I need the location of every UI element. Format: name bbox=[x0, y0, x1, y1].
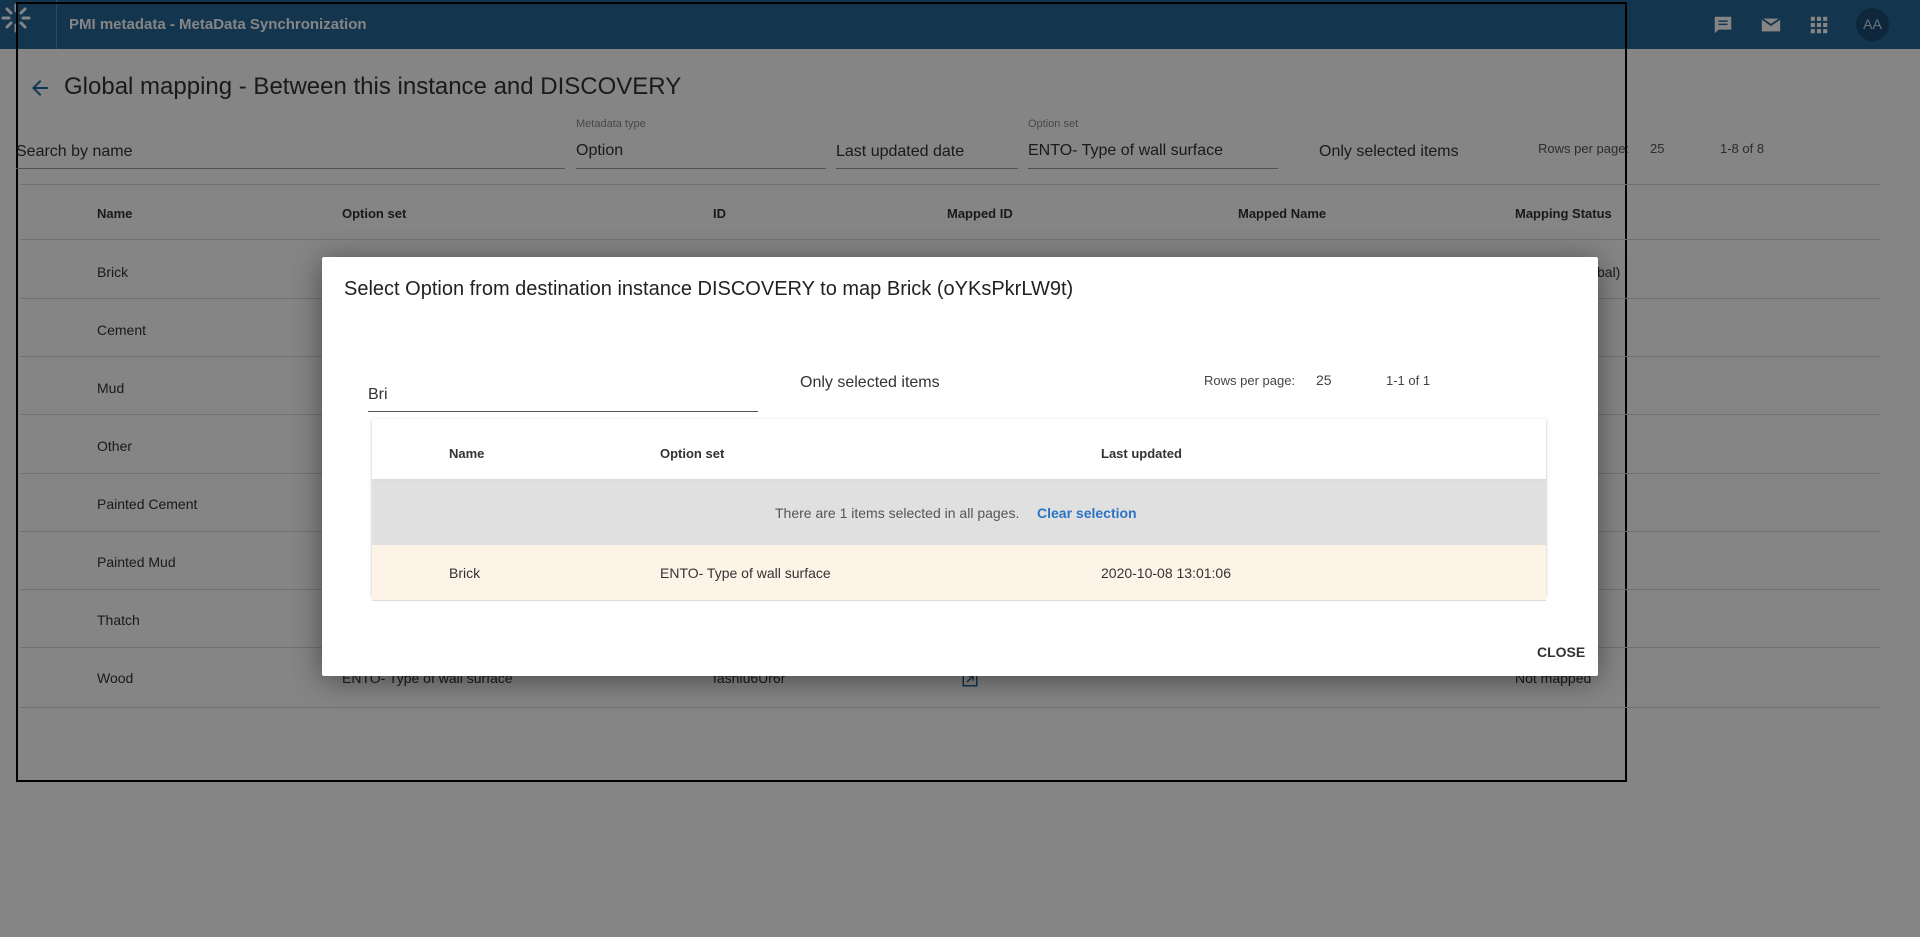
dialog-rows-per-page-label: Rows per page: bbox=[1204, 373, 1296, 388]
table-row[interactable]: Brick ENTO- Type of wall surface 2020-10… bbox=[372, 545, 1546, 601]
selection-count-text: There are 1 items selected in all pages. bbox=[775, 505, 1020, 521]
dialog-column-header-last-updated[interactable]: Last updated bbox=[1101, 446, 1182, 461]
clear-selection-link[interactable]: Clear selection bbox=[1037, 505, 1137, 521]
row-name: Brick bbox=[449, 565, 481, 581]
dialog-column-header-name[interactable]: Name bbox=[449, 446, 484, 461]
close-button[interactable]: CLOSE bbox=[1537, 644, 1585, 660]
dialog-search-input[interactable]: Bri bbox=[368, 369, 758, 412]
row-option-set: ENTO- Type of wall surface bbox=[660, 565, 831, 581]
dialog-pagination-range: 1-1 of 1 bbox=[1386, 373, 1431, 388]
dialog-column-header-option-set[interactable]: Option set bbox=[660, 446, 724, 461]
dialog-title: Select Option from destination instance … bbox=[344, 278, 1074, 300]
dialog-table: Name Option set Last updated There are 1… bbox=[372, 419, 1546, 601]
dialog-rows-per-page-select[interactable]: 25 bbox=[1316, 372, 1332, 388]
row-last-updated: 2020-10-08 13:01:06 bbox=[1101, 565, 1231, 581]
selection-banner: There are 1 items selected in all pages.… bbox=[372, 481, 1546, 545]
dialog-only-selected-toggle[interactable]: Only selected items bbox=[800, 374, 940, 392]
mapping-dialog: Select Option from destination instance … bbox=[322, 257, 1598, 676]
